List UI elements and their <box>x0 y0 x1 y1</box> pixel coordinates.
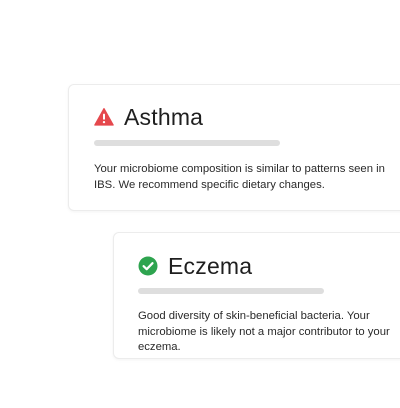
condition-title: Eczema <box>168 253 253 279</box>
placeholder-bar <box>138 288 324 294</box>
placeholder-bar <box>94 140 280 146</box>
condition-title: Asthma <box>124 104 204 130</box>
check-circle-icon <box>138 256 158 276</box>
condition-description: Good diversity of skin-beneficial bacter… <box>138 310 390 353</box>
card-header: Eczema <box>138 252 252 280</box>
condition-card-eczema: Eczema Good diversity of skin-beneficial… <box>113 232 400 359</box>
warning-triangle-icon <box>94 107 114 127</box>
condition-description: Your microbiome composition is similar t… <box>94 163 385 191</box>
condition-card-asthma: Asthma Your microbiome composition is si… <box>68 84 400 211</box>
card-header: Asthma <box>94 103 203 131</box>
